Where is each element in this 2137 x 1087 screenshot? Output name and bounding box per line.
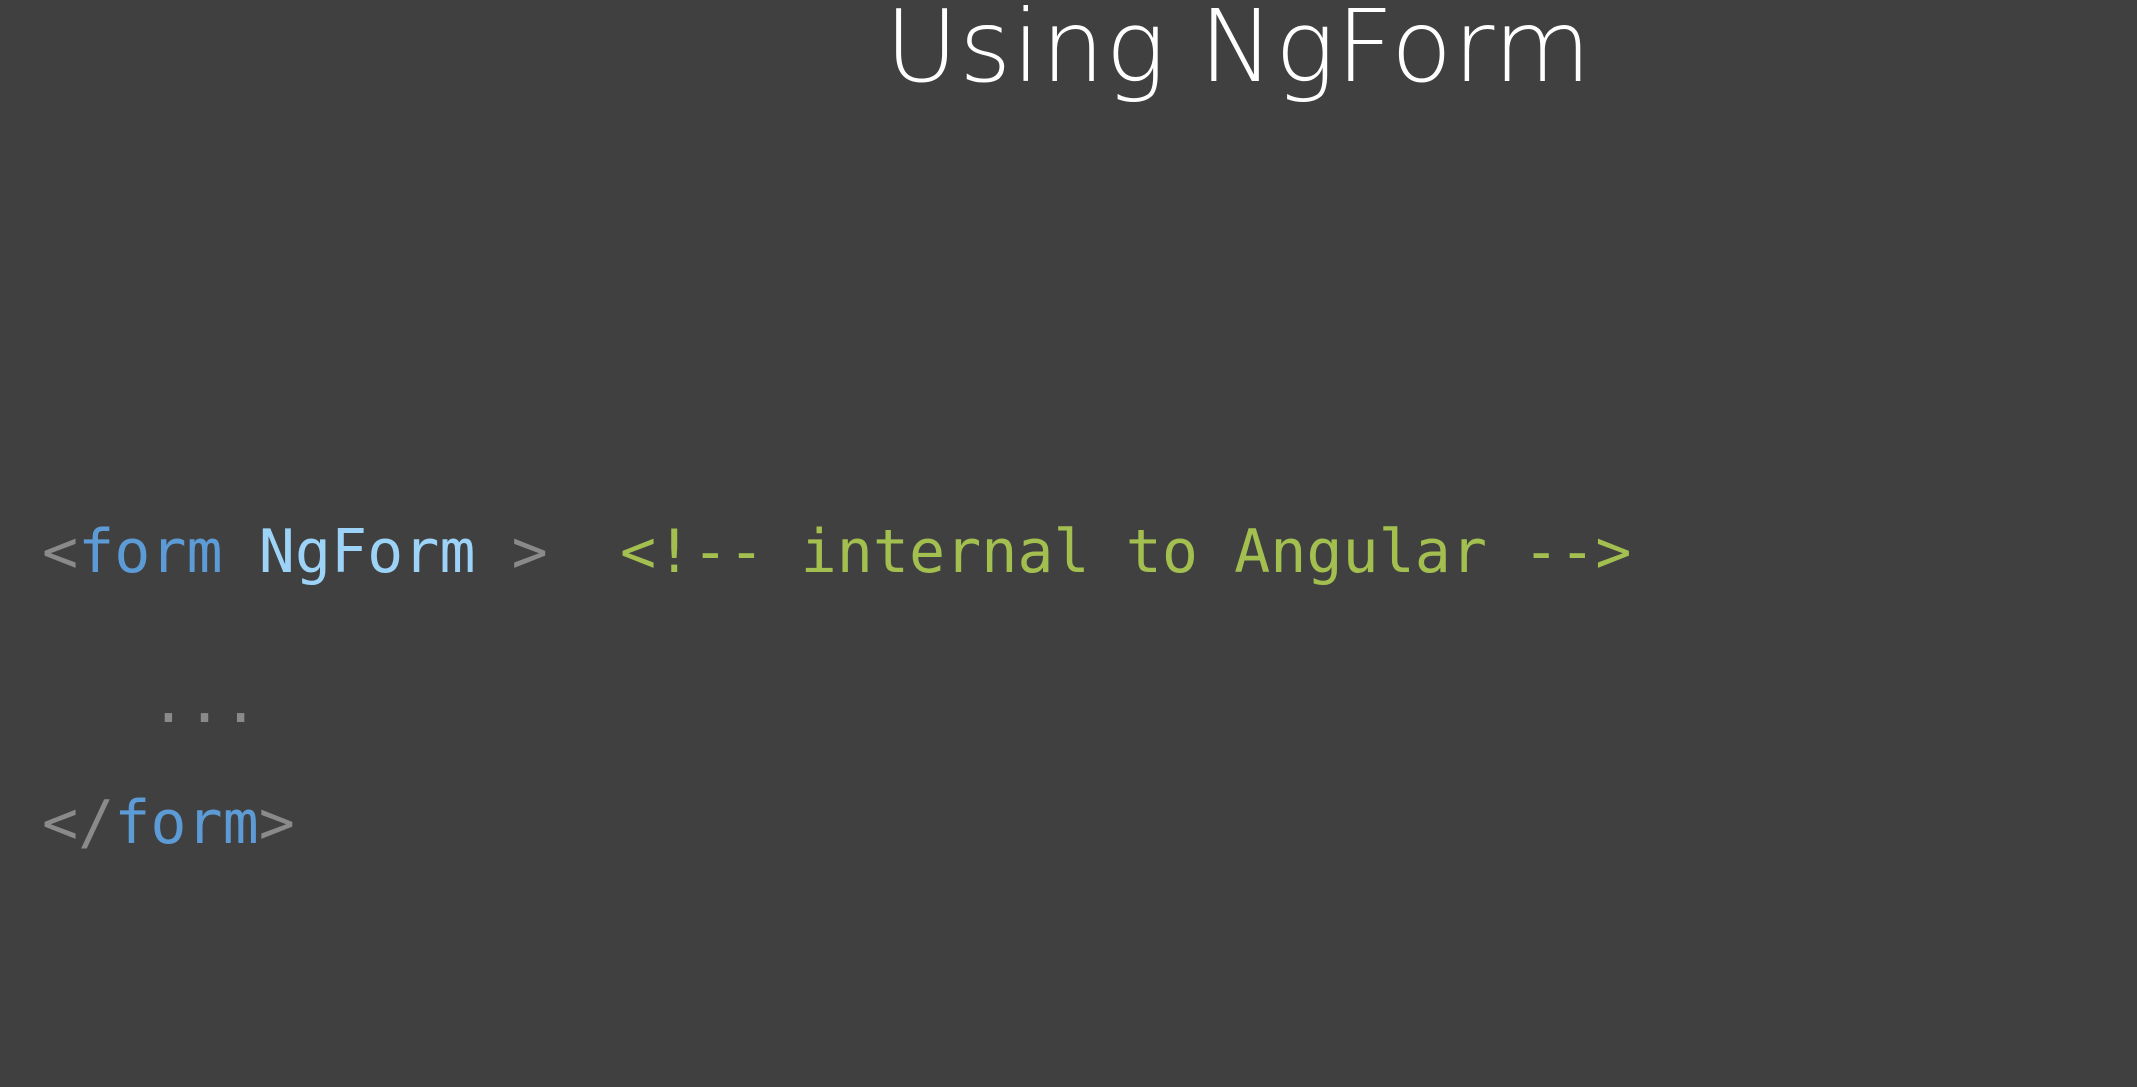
ellipsis: ... xyxy=(150,667,259,737)
form-tag-name: form xyxy=(78,517,223,587)
open-angle-bracket: < xyxy=(42,517,79,587)
code-line-ellipsis: ... xyxy=(42,672,258,732)
close-angle-bracket: > xyxy=(475,517,548,587)
slide-title: Using NgForm xyxy=(885,0,1592,105)
closing-tag-close: > xyxy=(258,788,295,858)
code-line-form-open: <form NgForm > <!-- internal to Angular … xyxy=(42,522,1631,582)
ngform-directive: NgForm xyxy=(258,517,476,587)
html-comment: <!-- internal to Angular --> xyxy=(620,517,1632,587)
form-tag-name-closing: form xyxy=(114,788,259,858)
closing-tag-open: </ xyxy=(42,788,115,858)
code-line-form-close: </form> xyxy=(42,793,295,853)
slide: Using NgForm <form NgForm > <!-- interna… xyxy=(0,0,2137,1087)
